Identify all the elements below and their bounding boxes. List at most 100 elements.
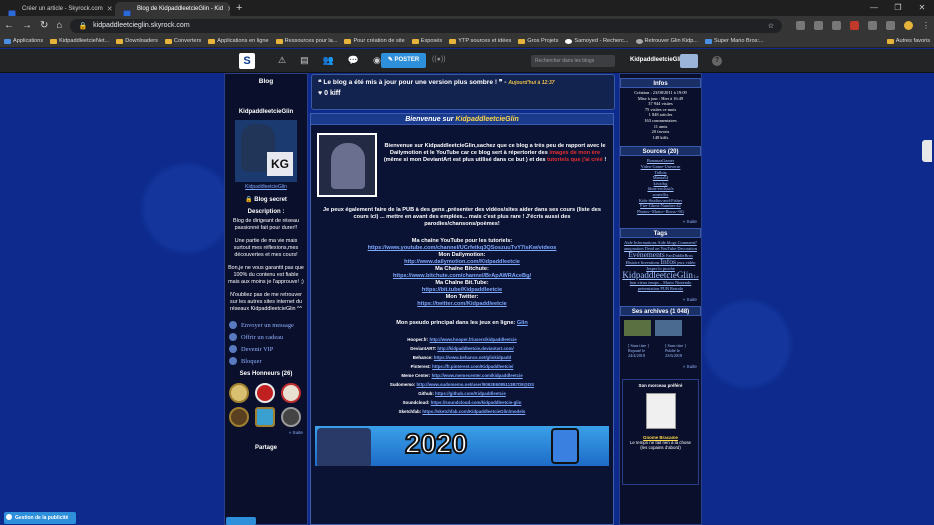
other-link-label: DeviantART: [410, 346, 437, 351]
bookmark-item[interactable]: Gros Projets [518, 38, 558, 44]
messages-icon[interactable]: 💬 [348, 55, 359, 66]
back-icon[interactable]: ← [4, 20, 14, 31]
extension-icon[interactable] [832, 21, 841, 30]
maximize-icon[interactable]: ❐ [886, 0, 910, 15]
profile-icon[interactable] [904, 21, 913, 30]
new-tab-button[interactable]: + [230, 2, 248, 16]
song-thumbnail[interactable] [645, 393, 676, 430]
archive-link[interactable]: [ Sans titre ] Publié le 23/6/2018 [665, 343, 693, 358]
tags-more-link[interactable]: » Suite [620, 297, 701, 302]
bookmark-item[interactable]: YTP sources et idées [449, 38, 511, 44]
site-icon [704, 38, 712, 44]
twitter-link[interactable]: https://twitter.com/Kidpaddleetcie [319, 301, 605, 308]
bitchute-link[interactable]: https://www.bitchute.com/channel/BrApAWR… [319, 273, 605, 280]
deviantart-link[interactable]: http://kidpaddleetcie.deviantart.com/ [437, 346, 513, 351]
honor-badge-icon[interactable] [281, 407, 301, 427]
bookmark-item[interactable]: Super Mario Bros:... [704, 38, 764, 44]
minimize-icon[interactable]: — [862, 0, 886, 15]
blog-search-input[interactable]: Rechercher dans les blogs [531, 55, 615, 67]
side-panel-handle[interactable] [922, 140, 932, 162]
other-link-label: Github: [418, 391, 434, 396]
honor-badge-icon[interactable] [229, 407, 249, 427]
blog-icon[interactable]: ▤ [300, 55, 309, 66]
reload-icon[interactable]: ↻ [40, 20, 48, 31]
close-window-icon[interactable]: ✕ [910, 0, 934, 15]
help-icon[interactable]: ? [712, 56, 722, 66]
skyrock-logo[interactable]: S [239, 53, 255, 69]
dailymotion-link[interactable]: http://www.dailymotion.com/Kidpaddleetci… [319, 259, 605, 266]
other-bookmarks[interactable]: Autres favoris [886, 38, 930, 44]
browser-tab[interactable]: Créer un article - Skyrock.com ✕ [0, 2, 115, 16]
hooper-link[interactable]: http://www.hooper.fr/users/kidpaddleetci… [430, 337, 517, 342]
home-icon[interactable]: ⌂ [56, 20, 62, 31]
honor-badge-icon[interactable] [229, 383, 249, 403]
url-field[interactable]: 🔒 kidpaddleetcieglin.skyrock.com ☆ [70, 18, 782, 33]
offer-gift-button[interactable]: Offrir un cadeau [225, 331, 307, 343]
bookmarks-bar: Applications KidpaddleetcieNet... Downlo… [0, 35, 934, 48]
honor-badge-icon[interactable] [281, 383, 301, 403]
menu-icon[interactable]: ⋮ [922, 21, 930, 30]
bookmark-item[interactable]: Retrouver Glin Kidp... [635, 38, 698, 44]
bookmark-item[interactable]: Applications en ligne [208, 38, 269, 44]
block-button[interactable]: Bloquer [225, 355, 307, 367]
memecenter-link[interactable]: http://www.memecenter.com/kidpaddleetcie [432, 373, 523, 378]
extension-icon[interactable] [814, 21, 823, 30]
extension-icon[interactable] [886, 21, 895, 30]
extension-icon[interactable] [850, 21, 859, 30]
archive-thumbnail[interactable] [655, 320, 682, 337]
archive-link[interactable]: [ Sans titre ] Rajouté le 24/4/2018 [628, 343, 657, 358]
tag-link[interactable]: Infos [660, 257, 675, 266]
user-avatar[interactable] [680, 54, 698, 68]
banner-title[interactable]: ❝ Le blog a été mis à jour pour une vers… [318, 78, 608, 86]
friends-icon[interactable]: 👥 [323, 55, 334, 66]
become-vip-button[interactable]: Devenir VIP [225, 343, 307, 355]
soundcloud-link[interactable]: https://soundcloud.com/kidpaddleetcie-gl… [431, 400, 522, 405]
post-button[interactable]: ✎ POSTER [381, 53, 426, 68]
bookmark-item[interactable]: Samoyed - Recherc... [565, 38, 629, 44]
bookmark-item[interactable]: Converters [164, 38, 201, 44]
star-icon[interactable]: ☆ [768, 22, 774, 30]
ad-settings-button[interactable]: Gestion de la publicité [4, 512, 77, 524]
pinterest-link[interactable]: https://fr.pinterest.com/Kidpaddleetcie/ [432, 364, 513, 369]
honor-badge-icon[interactable] [255, 383, 275, 403]
bookmark-item[interactable]: Downloaders [116, 38, 158, 44]
archives-more-link[interactable]: » Suite [620, 364, 701, 369]
bookmark-label: Ressources pour la... [284, 38, 338, 44]
honor-badge-icon[interactable] [255, 407, 275, 427]
username[interactable]: KidpaddleetcieGlin [630, 57, 684, 63]
extension-icon[interactable] [796, 21, 805, 30]
github-link[interactable]: https://github.com/Kidpaddleetcie [435, 391, 506, 396]
kiff-count[interactable]: ♥ 0 kiff [318, 90, 608, 97]
bookmark-item[interactable]: Pour création de site [344, 38, 405, 44]
youtube-link[interactable]: https://www.youtube.com/channel/UCrfetkq… [319, 245, 605, 252]
banner-date[interactable]: Aujourd'hui à 12:37 [508, 80, 554, 86]
tab-bar: Créer un article - Skyrock.com ✕ Blog de … [0, 0, 934, 16]
bookmark-item[interactable]: Applications [4, 38, 43, 44]
year-banner-image: 2020 [315, 426, 609, 466]
alert-icon[interactable]: ⚠ [278, 55, 286, 66]
archive-thumbnail[interactable] [624, 320, 651, 337]
profile-avatar[interactable]: KG [235, 120, 297, 182]
bookmark-item[interactable]: Ressources pour la... [275, 38, 338, 44]
tag-link[interactable]: KidpaddleetcieGlin [622, 270, 692, 280]
share-button[interactable] [226, 517, 256, 525]
browser-tab-active[interactable]: Blog de KidpaddleetcieGlin - Kid✕ [115, 2, 230, 16]
send-message-button[interactable]: Envoyer un message [225, 319, 307, 331]
source-link[interactable]: Photos--Mario--Bross--9G [622, 209, 699, 215]
extension-icon[interactable] [868, 21, 877, 30]
sources-more-link[interactable]: » Suite [620, 219, 701, 224]
live-icon[interactable]: ((●)) [432, 56, 446, 63]
sketchfab-link[interactable]: https://sketchfab.com/KidpaddleetcieGlin… [422, 409, 525, 414]
bookmark-item[interactable]: Exposés [411, 38, 442, 44]
bookmark-item[interactable]: KidpaddleetcieNet... [50, 38, 109, 44]
bookmark-label: Autres favoris [895, 38, 930, 44]
bittube-link[interactable]: https://bit.tube/Kidpaddleetcie [319, 287, 605, 294]
close-tab-icon[interactable]: ✕ [107, 5, 113, 13]
profile-link[interactable]: KidpaddleetcieGlin [225, 184, 307, 190]
behance-link[interactable]: https://www.behance.net/glinkidpadd [434, 355, 511, 360]
forward-icon[interactable]: → [22, 20, 32, 31]
sudomemo-link[interactable]: http://www.sudomemo.net/user/9063E608511… [417, 382, 535, 387]
honors-more-link[interactable]: » Suite [225, 430, 307, 435]
pseudo-name[interactable]: Glin [517, 320, 528, 326]
other-link-label: Meme Center: [401, 373, 431, 378]
